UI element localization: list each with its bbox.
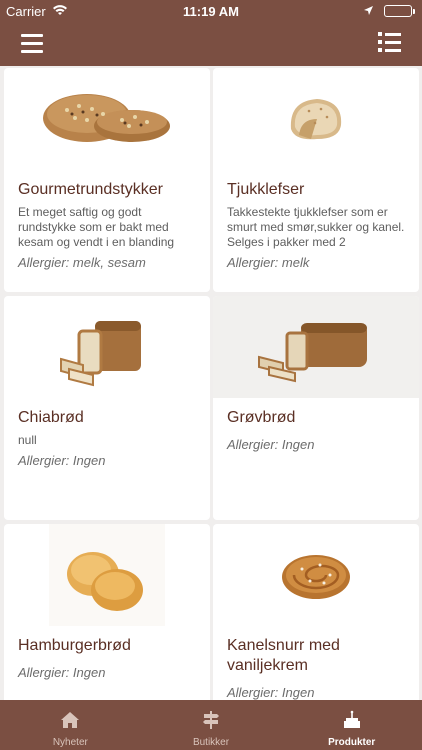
product-card[interactable]: Tjukklefser Takkestekte tjukklefser som … [213, 68, 419, 292]
tab-produkter[interactable]: Produkter [281, 700, 422, 750]
tab-bar: Nyheter Butikker Produkter [0, 700, 422, 750]
product-name: Tjukklefser [227, 181, 305, 198]
bread-rolls-image [4, 68, 210, 170]
product-description: null [18, 433, 37, 447]
battery-icon [384, 5, 415, 17]
product-name: Hamburgerbrød [18, 637, 131, 654]
tab-label: Produkter [328, 737, 376, 748]
product-allergy: Allergier: Ingen [18, 665, 106, 680]
product-card[interactable]: Hamburgerbrød Allergier: Ingen [4, 524, 210, 700]
product-allergy: Allergier: melk, sesam [18, 255, 146, 270]
location-arrow-icon [363, 4, 374, 19]
nav-bar [0, 22, 422, 66]
product-name: Chiabrød [18, 409, 84, 426]
wholegrain-loaf-image [213, 296, 419, 398]
product-allergy: Allergier: Ingen [18, 453, 106, 468]
tab-nyheter[interactable]: Nyheter [0, 700, 141, 750]
product-name: Gourmetrundstykker [18, 181, 163, 198]
product-allergy: Allergier: Ingen [227, 437, 315, 452]
product-name: Kanelsnurr med vaniljekrem [227, 637, 340, 674]
product-card[interactable]: Gourmetrundstykker Et meget saftig og go… [4, 68, 210, 292]
status-bar: Carrier 11:19 AM [0, 0, 422, 22]
product-description: Takkestekte tjukklefser som er smurt med… [227, 205, 405, 249]
lefse-image [213, 68, 419, 170]
product-card[interactable]: Kanelsnurr med vaniljekrem Allergier: In… [213, 524, 419, 700]
hamburger-menu-icon[interactable] [21, 34, 45, 54]
product-allergy: Allergier: Ingen [227, 685, 315, 700]
product-card[interactable]: Chiabrød null Allergier: Ingen [4, 296, 210, 520]
cinnamon-roll-image [213, 524, 419, 626]
list-view-icon[interactable] [378, 32, 402, 54]
product-card[interactable]: Grøvbrød Allergier: Ingen [213, 296, 419, 520]
tab-label: Butikker [192, 737, 230, 748]
product-name: Grøvbrød [227, 409, 296, 426]
home-icon [61, 712, 80, 728]
clock: 11:19 AM [183, 4, 239, 19]
cake-icon [343, 710, 360, 728]
signpost-icon [203, 711, 219, 729]
product-grid: Gourmetrundstykker Et meget saftig og go… [0, 66, 422, 700]
tab-butikker[interactable]: Butikker [141, 700, 282, 750]
sliced-loaf-image [4, 296, 210, 398]
tab-label: Nyheter [52, 737, 88, 748]
product-allergy: Allergier: melk [227, 255, 310, 270]
burger-buns-image [4, 524, 210, 626]
product-description: Et meget saftig og godt rundstykke som e… [18, 205, 175, 249]
